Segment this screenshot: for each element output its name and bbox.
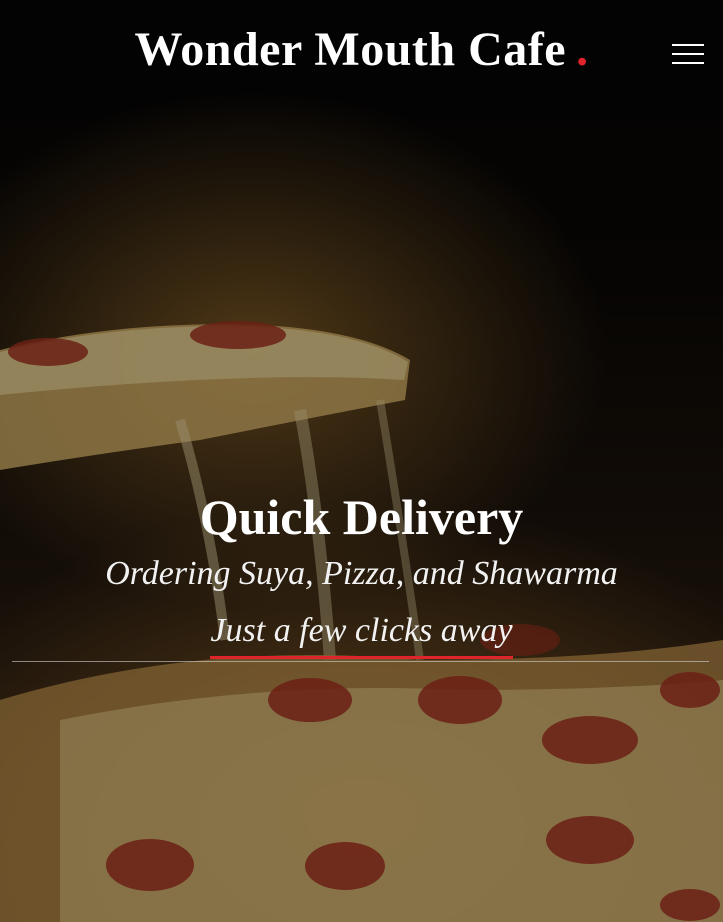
hero-divider [12, 661, 709, 662]
brand-name: Wonder Mouth Cafe [134, 23, 567, 76]
hero-tagline-container: Just a few clicks away [0, 611, 723, 659]
hero-title: Quick Delivery [199, 489, 524, 545]
brand-dot: . [576, 23, 589, 76]
hamburger-menu-icon[interactable] [672, 41, 706, 69]
hero-tagline-link[interactable]: Just a few clicks away [210, 611, 513, 659]
page: Wonder Mouth Cafe. Quick Delivery Orderi… [0, 0, 723, 922]
menu-bar-middle [672, 53, 704, 55]
site-header: Wonder Mouth Cafe. [0, 0, 723, 105]
hero-subtitle: Ordering Suya, Pizza, and Shawarma [105, 555, 618, 592]
brand-logo[interactable]: Wonder Mouth Cafe. [0, 22, 723, 77]
menu-bar-bottom [672, 62, 704, 64]
hero-overlay [0, 0, 723, 922]
menu-bar-top [672, 44, 704, 46]
